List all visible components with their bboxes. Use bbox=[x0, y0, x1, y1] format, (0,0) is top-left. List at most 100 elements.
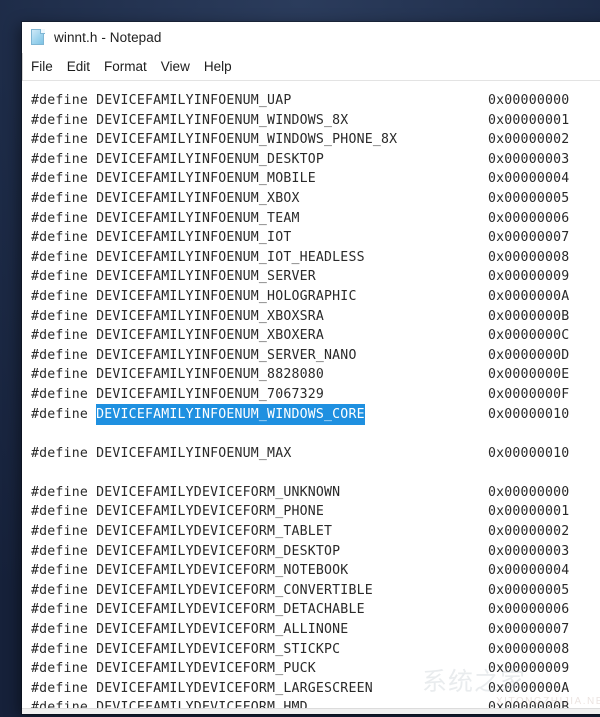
define-symbol-value: 0x00000005 bbox=[488, 190, 570, 206]
define-symbol-name: DEVICEFAMILYINFOENUM_7067329 bbox=[96, 386, 325, 402]
define-symbol-value: 0x00000003 bbox=[488, 543, 570, 559]
code-lines-container[interactable]: #define DEVICEFAMILYINFOENUM_UAP 0x000000… bbox=[22, 91, 600, 714]
code-line[interactable]: #define DEVICEFAMILYINFOENUM_SERVER_NANO… bbox=[22, 346, 600, 366]
define-directive: #define bbox=[31, 406, 97, 422]
define-symbol-value: 0x00000008 bbox=[488, 249, 570, 265]
define-symbol-name: DEVICEFAMILYINFOENUM_SERVER bbox=[96, 269, 316, 285]
define-symbol-name: DEVICEFAMILYINFOENUM_XBOX bbox=[96, 190, 300, 206]
define-directive: #define bbox=[31, 132, 97, 148]
code-line[interactable]: #define DEVICEFAMILYINFOENUM_8828080 0x00… bbox=[22, 365, 600, 385]
code-line[interactable]: #define DEVICEFAMILYINFOENUM_WINDOWS_COR… bbox=[22, 404, 600, 425]
code-line[interactable]: #define DEVICEFAMILYDEVICEFORM_DETACHABL… bbox=[22, 600, 600, 620]
code-line[interactable]: #define DEVICEFAMILYINFOENUM_TEAM 0x00000… bbox=[22, 209, 600, 229]
define-symbol-value: 0x00000004 bbox=[488, 171, 570, 187]
code-line[interactable]: #define DEVICEFAMILYINFOENUM_WINDOWS_8X 0… bbox=[22, 111, 600, 131]
menu-item-file[interactable]: File bbox=[31, 57, 62, 76]
define-directive: #define bbox=[31, 151, 97, 167]
define-symbol-value: 0x0000000F bbox=[488, 386, 570, 402]
define-symbol-value: 0x00000007 bbox=[488, 230, 570, 246]
define-symbol-value: 0x0000000A bbox=[488, 680, 570, 696]
code-line[interactable]: #define DEVICEFAMILYINFOENUM_SERVER 0x000… bbox=[22, 267, 600, 287]
define-directive: #define bbox=[31, 230, 97, 246]
window-bottom-strip bbox=[22, 708, 600, 714]
define-symbol-name: DEVICEFAMILYINFOENUM_HOLOGRAPHIC bbox=[96, 288, 357, 304]
code-line[interactable]: #define DEVICEFAMILYINFOENUM_XBOXERA 0x00… bbox=[22, 326, 600, 346]
define-symbol-name: DEVICEFAMILYINFOENUM_DESKTOP bbox=[96, 151, 325, 167]
define-directive: #define bbox=[31, 367, 97, 383]
define-directive: #define bbox=[31, 386, 97, 402]
define-symbol-value: 0x00000006 bbox=[488, 210, 570, 226]
menu-item-help[interactable]: Help bbox=[204, 57, 241, 76]
define-symbol-value: 0x00000010 bbox=[488, 445, 570, 461]
define-directive: #define bbox=[31, 328, 97, 344]
define-directive: #define bbox=[31, 622, 97, 638]
define-symbol-value: 0x00000007 bbox=[488, 622, 570, 638]
code-line[interactable]: #define DEVICEFAMILYDEVICEFORM_PHONE 0x00… bbox=[22, 502, 600, 522]
define-symbol-name: DEVICEFAMILYDEVICEFORM_PHONE bbox=[96, 504, 325, 520]
menu-item-edit[interactable]: Edit bbox=[67, 57, 99, 76]
define-directive: #define bbox=[31, 582, 97, 598]
code-line[interactable]: #define DEVICEFAMILYINFOENUM_WINDOWS_PHO… bbox=[22, 130, 600, 150]
define-symbol-name: DEVICEFAMILYINFOENUM_WINDOWS_PHONE_8X bbox=[96, 132, 398, 148]
define-directive: #define bbox=[31, 288, 97, 304]
code-line[interactable]: #define DEVICEFAMILYINFOENUM_UAP 0x000000… bbox=[22, 91, 600, 111]
define-symbol-name: DEVICEFAMILYDEVICEFORM_STICKPC bbox=[96, 641, 341, 657]
define-symbol-name: DEVICEFAMILYDEVICEFORM_UNKNOWN bbox=[96, 484, 341, 500]
define-symbol-value: 0x0000000B bbox=[488, 308, 570, 324]
code-line[interactable]: #define DEVICEFAMILYINFOENUM_HOLOGRAPHIC… bbox=[22, 287, 600, 307]
code-line[interactable]: #define DEVICEFAMILYINFOENUM_XBOX 0x00000… bbox=[22, 189, 600, 209]
define-symbol-name: DEVICEFAMILYINFOENUM_IOT bbox=[96, 230, 292, 246]
menu-item-format[interactable]: Format bbox=[104, 57, 156, 76]
define-symbol-value: 0x00000010 bbox=[488, 406, 570, 422]
code-line[interactable]: #define DEVICEFAMILYDEVICEFORM_DESKTOP 0x… bbox=[22, 542, 600, 562]
code-line[interactable]: #define DEVICEFAMILYINFOENUM_MOBILE 0x000… bbox=[22, 169, 600, 189]
define-symbol-name: DEVICEFAMILYINFOENUM_WINDOWS_8X bbox=[96, 112, 349, 128]
code-line[interactable]: #define DEVICEFAMILYINFOENUM_DESKTOP 0x00… bbox=[22, 150, 600, 170]
code-line[interactable]: #define DEVICEFAMILYINFOENUM_IOT 0x000000… bbox=[22, 228, 600, 248]
code-line[interactable]: #define DEVICEFAMILYDEVICEFORM_ALLINONE 0… bbox=[22, 620, 600, 640]
define-symbol-name: DEVICEFAMILYINFOENUM_8828080 bbox=[96, 367, 325, 383]
define-symbol-value: 0x00000009 bbox=[488, 661, 570, 677]
define-symbol-value: 0x00000000 bbox=[488, 484, 570, 500]
define-symbol-name: DEVICEFAMILYDEVICEFORM_CONVERTIBLE bbox=[96, 582, 373, 598]
define-symbol-name: DEVICEFAMILYINFOENUM_TEAM bbox=[96, 210, 300, 226]
define-directive: #define bbox=[31, 543, 97, 559]
code-line-blank[interactable] bbox=[22, 424, 600, 444]
define-symbol-name: DEVICEFAMILYINFOENUM_SERVER_NANO bbox=[96, 347, 357, 363]
define-symbol-name: DEVICEFAMILYINFOENUM_MOBILE bbox=[96, 171, 316, 187]
define-directive: #define bbox=[31, 210, 97, 226]
define-directive: #define bbox=[31, 171, 97, 187]
code-line-blank[interactable] bbox=[22, 463, 600, 483]
menu-item-view[interactable]: View bbox=[161, 57, 199, 76]
window-title-bar[interactable]: winnt.h - Notepad bbox=[22, 22, 600, 53]
code-line[interactable]: #define DEVICEFAMILYDEVICEFORM_UNKNOWN 0x… bbox=[22, 483, 600, 503]
define-symbol-name: DEVICEFAMILYINFOENUM_UAP bbox=[96, 93, 292, 108]
define-symbol-value: 0x00000009 bbox=[488, 269, 570, 285]
define-symbol-name: DEVICEFAMILYDEVICEFORM_LARGESCREEN bbox=[96, 680, 373, 696]
define-directive: #define bbox=[31, 190, 97, 206]
define-directive: #define bbox=[31, 641, 97, 657]
code-line[interactable]: #define DEVICEFAMILYDEVICEFORM_PUCK 0x000… bbox=[22, 659, 600, 679]
code-line[interactable]: #define DEVICEFAMILYINFOENUM_7067329 0x00… bbox=[22, 385, 600, 405]
code-line[interactable]: #define DEVICEFAMILYDEVICEFORM_CONVERTIB… bbox=[22, 581, 600, 601]
code-line[interactable]: #define DEVICEFAMILYINFOENUM_XBOXSRA 0x00… bbox=[22, 307, 600, 327]
code-line[interactable]: #define DEVICEFAMILYDEVICEFORM_LARGESCRE… bbox=[22, 679, 600, 699]
define-directive: #define bbox=[31, 504, 97, 520]
define-symbol-name: DEVICEFAMILYDEVICEFORM_DESKTOP bbox=[96, 543, 341, 559]
define-directive: #define bbox=[31, 445, 97, 461]
notepad-window[interactable]: winnt.h - Notepad File Edit Format View … bbox=[22, 22, 600, 714]
code-line[interactable]: #define DEVICEFAMILYDEVICEFORM_TABLET 0x0… bbox=[22, 522, 600, 542]
define-symbol-value: 0x00000002 bbox=[488, 132, 570, 148]
text-editor-area[interactable]: #define DEVICEFAMILYINFOENUM_UAP 0x000000… bbox=[22, 81, 600, 714]
define-symbol-value: 0x0000000C bbox=[488, 328, 570, 344]
menu-bar[interactable]: File Edit Format View Help bbox=[22, 53, 600, 81]
notepad-document-icon bbox=[30, 29, 46, 46]
code-line[interactable]: #define DEVICEFAMILYINFOENUM_IOT_HEADLES… bbox=[22, 248, 600, 268]
define-symbol-value: 0x00000003 bbox=[488, 151, 570, 167]
define-symbol-value: 0x00000002 bbox=[488, 524, 570, 540]
code-line[interactable]: #define DEVICEFAMILYDEVICEFORM_STICKPC 0x… bbox=[22, 640, 600, 660]
define-directive: #define bbox=[31, 249, 97, 265]
code-line[interactable]: #define DEVICEFAMILYDEVICEFORM_NOTEBOOK 0… bbox=[22, 561, 600, 581]
code-line[interactable]: #define DEVICEFAMILYINFOENUM_MAX 0x000000… bbox=[22, 444, 600, 464]
define-symbol-value: 0x00000008 bbox=[488, 641, 570, 657]
